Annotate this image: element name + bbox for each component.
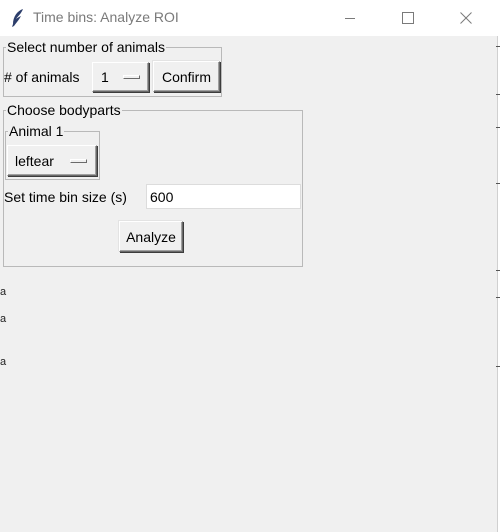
close-icon: [460, 12, 472, 24]
choose-bodyparts-legend: Choose bodyparts: [6, 102, 122, 118]
minimize-button[interactable]: [327, 0, 373, 36]
background-edge-mark: [496, 127, 500, 128]
background-edge-mark: [496, 94, 500, 95]
analyze-roi-window: Time bins: Analyze ROI Select number of …: [0, 0, 498, 532]
bin-size-input[interactable]: [146, 184, 301, 209]
dropdown-indicator-icon: [70, 158, 87, 163]
minimize-icon: [345, 18, 355, 19]
background-edge-mark: [496, 270, 500, 271]
background-edge-mark: [496, 46, 500, 47]
background-text-fragment: a: [0, 313, 7, 325]
background-edge-mark: [496, 297, 500, 298]
analyze-button[interactable]: Analyze: [119, 221, 183, 252]
bodypart-value: leftear: [15, 152, 54, 169]
animal-count-value: 1: [101, 69, 109, 85]
background-edge-mark: [496, 366, 500, 367]
confirm-button[interactable]: Confirm: [153, 61, 220, 92]
maximize-icon: [402, 12, 414, 24]
bodypart-dropdown[interactable]: leftear: [7, 145, 97, 176]
animal-1-legend: Animal 1: [8, 123, 65, 139]
window-title: Time bins: Analyze ROI: [33, 9, 179, 25]
select-animals-legend: Select number of animals: [6, 39, 166, 55]
feather-icon: [12, 9, 23, 27]
background-text-fragment: a: [0, 286, 7, 298]
title-bar[interactable]: Time bins: Analyze ROI: [0, 0, 498, 36]
animal-count-dropdown[interactable]: 1: [92, 62, 149, 92]
close-button[interactable]: [443, 0, 489, 36]
background-text-fragment: a: [0, 356, 7, 368]
animal-count-label: # of animals: [4, 69, 80, 85]
background-edge-mark: [496, 183, 500, 184]
maximize-button[interactable]: [385, 0, 431, 36]
dropdown-indicator-icon: [123, 75, 140, 79]
bin-size-label: Set time bin size (s): [4, 189, 127, 205]
